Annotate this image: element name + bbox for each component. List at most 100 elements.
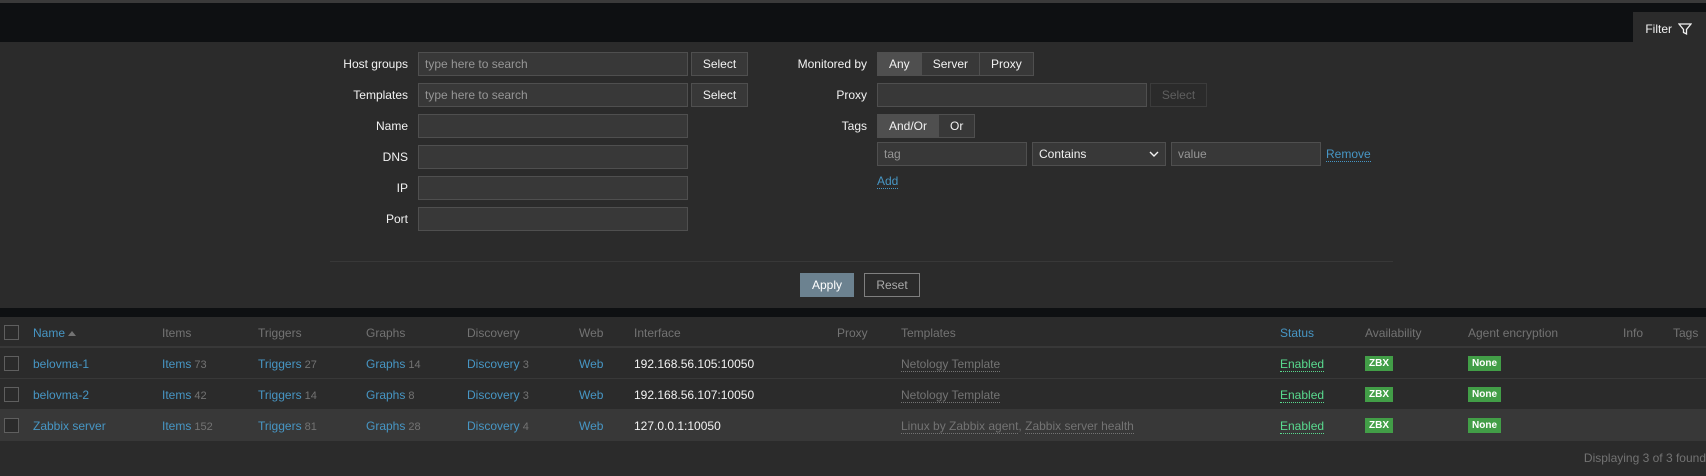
templates-input[interactable] <box>418 83 688 107</box>
ip-field[interactable] <box>418 176 688 200</box>
proxy-input[interactable] <box>877 83 1147 107</box>
interface-value: 192.168.56.105:10050 <box>634 357 755 371</box>
items-count: 73 <box>194 359 207 371</box>
table-footer-count: Displaying 3 of 3 found <box>1583 451 1706 465</box>
monitored-by-toggle: Any Server Proxy <box>877 52 1034 76</box>
triggers-count: 81 <box>304 421 317 433</box>
triggers-link[interactable]: Triggers <box>258 388 302 402</box>
triggers-link[interactable]: Triggers <box>258 357 302 371</box>
reset-button[interactable]: Reset <box>864 273 920 297</box>
tags-evaltype-toggle: And/Or Or <box>877 114 976 138</box>
interface-value: 127.0.0.1:10050 <box>634 419 721 433</box>
host-name-link[interactable]: Zabbix server <box>33 419 106 433</box>
monitored-by-server[interactable]: Server <box>921 53 981 75</box>
status-enabled-link[interactable]: Enabled <box>1280 419 1325 434</box>
triggers-count: 27 <box>304 359 317 371</box>
triggers-link[interactable]: Triggers <box>258 419 302 433</box>
templates-label: Templates <box>353 88 408 102</box>
header-triggers: Triggers <box>258 326 302 340</box>
graphs-count: 8 <box>408 390 415 402</box>
header-graphs: Graphs <box>366 326 406 340</box>
header-web: Web <box>579 326 604 340</box>
name-field[interactable] <box>418 114 688 138</box>
dns-field[interactable] <box>418 145 688 169</box>
row-checkbox[interactable] <box>4 356 19 371</box>
row-checkbox[interactable] <box>4 387 19 402</box>
select-all-checkbox[interactable] <box>4 325 19 340</box>
graphs-count: 14 <box>408 359 421 371</box>
header-info: Info <box>1623 326 1644 340</box>
web-link[interactable]: Web <box>579 388 603 402</box>
tag-operator-select[interactable]: Contains <box>1032 142 1166 166</box>
add-tag-link[interactable]: Add <box>877 174 899 189</box>
table-header: Name Items Triggers Graphs Discovery Web… <box>0 317 1706 348</box>
encryption-badge: None <box>1468 387 1501 402</box>
triggers-count: 14 <box>304 390 317 402</box>
tags-and-or[interactable]: And/Or <box>878 115 940 137</box>
monitored-by-proxy[interactable]: Proxy <box>980 53 1033 75</box>
template-link[interactable]: Netology Template <box>901 388 1001 403</box>
port-field[interactable] <box>418 207 688 231</box>
discovery-count: 4 <box>522 421 529 433</box>
status-enabled-link[interactable]: Enabled <box>1280 388 1325 403</box>
host-groups-input[interactable] <box>418 52 688 76</box>
filter-tab[interactable]: Filter <box>1633 12 1706 45</box>
filter-tab-label: Filter <box>1645 21 1672 36</box>
host-groups-select-button[interactable]: Select <box>691 52 748 76</box>
host-name-link[interactable]: belovma-1 <box>33 357 89 371</box>
header-availability: Availability <box>1365 326 1422 340</box>
web-link[interactable]: Web <box>579 419 603 433</box>
table-row: belovma-1 Items 73 Triggers 27 Graphs 14 Di… <box>0 348 1706 379</box>
availability-badge[interactable]: ZBX <box>1365 418 1393 433</box>
header-templates: Templates <box>901 326 956 340</box>
tag-value-input[interactable] <box>1171 142 1321 166</box>
table-row: belovma-2 Items 42 Triggers 14 Graphs 8 Dis… <box>0 379 1706 410</box>
header-proxy: Proxy <box>837 326 868 340</box>
templates-select-button[interactable]: Select <box>691 83 748 107</box>
graphs-count: 28 <box>408 421 421 433</box>
header-discovery: Discovery <box>467 326 520 340</box>
availability-badge[interactable]: ZBX <box>1365 356 1393 371</box>
graphs-link[interactable]: Graphs <box>366 357 405 371</box>
graphs-link[interactable]: Graphs <box>366 388 405 402</box>
host-groups-label: Host groups <box>343 57 408 71</box>
template-separator: , <box>1018 419 1022 433</box>
discovery-count: 3 <box>522 390 529 402</box>
items-count: 42 <box>194 390 207 402</box>
template-link[interactable]: Linux by Zabbix agent <box>901 419 1019 434</box>
web-link[interactable]: Web <box>579 357 603 371</box>
header-status[interactable]: Status <box>1280 326 1314 340</box>
tags-or[interactable]: Or <box>939 115 975 137</box>
chevron-down-icon <box>1149 151 1159 157</box>
discovery-link[interactable]: Discovery <box>467 419 520 433</box>
monitored-by-any[interactable]: Any <box>878 53 922 75</box>
filter-icon <box>1678 22 1692 35</box>
top-bar: Filter <box>0 3 1706 45</box>
filter-panel: Host groups Select Templates Select Name… <box>0 42 1706 307</box>
row-checkbox[interactable] <box>4 418 19 433</box>
items-link[interactable]: Items <box>162 388 191 402</box>
host-name-link[interactable]: belovma-2 <box>33 388 89 402</box>
sort-ascending-icon <box>68 331 77 336</box>
apply-button[interactable]: Apply <box>800 273 854 297</box>
filter-divider <box>330 261 1393 262</box>
graphs-link[interactable]: Graphs <box>366 419 405 433</box>
discovery-link[interactable]: Discovery <box>467 388 520 402</box>
status-enabled-link[interactable]: Enabled <box>1280 357 1325 372</box>
proxy-select-button[interactable]: Select <box>1150 83 1207 107</box>
ip-label: IP <box>396 181 408 195</box>
items-link[interactable]: Items <box>162 419 191 433</box>
template-link[interactable]: Netology Template <box>901 357 1001 372</box>
header-name[interactable]: Name <box>33 326 77 340</box>
discovery-link[interactable]: Discovery <box>467 357 520 371</box>
header-items: Items <box>162 326 192 340</box>
header-agent-encryption: Agent encryption <box>1468 326 1559 340</box>
availability-badge[interactable]: ZBX <box>1365 387 1393 402</box>
encryption-badge: None <box>1468 418 1501 433</box>
remove-tag-link[interactable]: Remove <box>1326 147 1371 162</box>
encryption-badge: None <box>1468 356 1501 371</box>
tag-name-input[interactable] <box>877 142 1027 166</box>
items-link[interactable]: Items <box>162 357 191 371</box>
port-label: Port <box>385 212 408 226</box>
template-link[interactable]: Zabbix server health <box>1025 419 1134 434</box>
